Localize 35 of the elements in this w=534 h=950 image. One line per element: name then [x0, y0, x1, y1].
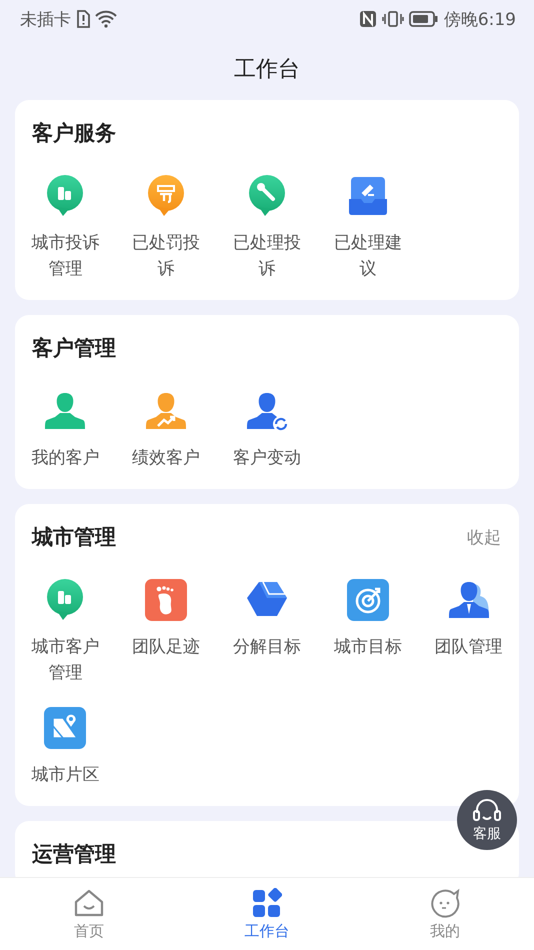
shortcut-item[interactable]: 已处罚投诉 [116, 174, 217, 282]
shortcut-item[interactable]: 团队足迹 [116, 578, 217, 686]
house-icon [73, 888, 105, 918]
vibrate-icon [382, 10, 404, 28]
section-title: 客户服务 [32, 120, 116, 147]
shortcut-item[interactable]: 客户变动 [216, 389, 318, 471]
tab[interactable]: 工作台 [178, 878, 356, 950]
map-pin-icon [43, 706, 88, 750]
face-icon [429, 888, 461, 918]
shortcut-item[interactable]: 我的客户 [15, 389, 116, 471]
shortcut-item[interactable]: 城市客户管理 [15, 578, 116, 686]
shortcut-item[interactable]: 团队管理 [418, 578, 519, 686]
section-title: 客户管理 [32, 335, 116, 362]
tab[interactable]: 首页 [0, 878, 178, 950]
collapse-link[interactable]: 收起 [467, 526, 501, 548]
shortcut-item[interactable]: 城市片区 [15, 706, 116, 788]
tab[interactable]: 我的 [356, 878, 534, 950]
shortcut-item[interactable]: 绩效客户 [116, 389, 217, 471]
shortcut-item[interactable]: 分解目标 [216, 578, 318, 686]
section-title: 城市管理 [32, 524, 116, 551]
shortcut-item[interactable]: 已处理建议 [317, 174, 418, 282]
clock-text: 傍晚6:19 [444, 8, 516, 30]
target-icon [346, 578, 390, 622]
carrier-text: 未插卡 [20, 8, 71, 30]
section-title: 运营管理 [32, 841, 116, 868]
wifi-icon [95, 10, 117, 28]
shortcut-item[interactable]: 城市目标 [317, 578, 418, 686]
nfc-icon [358, 10, 377, 28]
battery-icon [408, 10, 439, 28]
sim-card-icon [76, 10, 90, 28]
footprint-icon [144, 578, 188, 622]
shortcut-item[interactable]: 已处理投诉 [216, 174, 318, 282]
grid-icon [252, 888, 282, 918]
page-title: 工作台 [234, 56, 300, 84]
shortcut-item[interactable]: 城市投诉管理 [15, 174, 116, 282]
